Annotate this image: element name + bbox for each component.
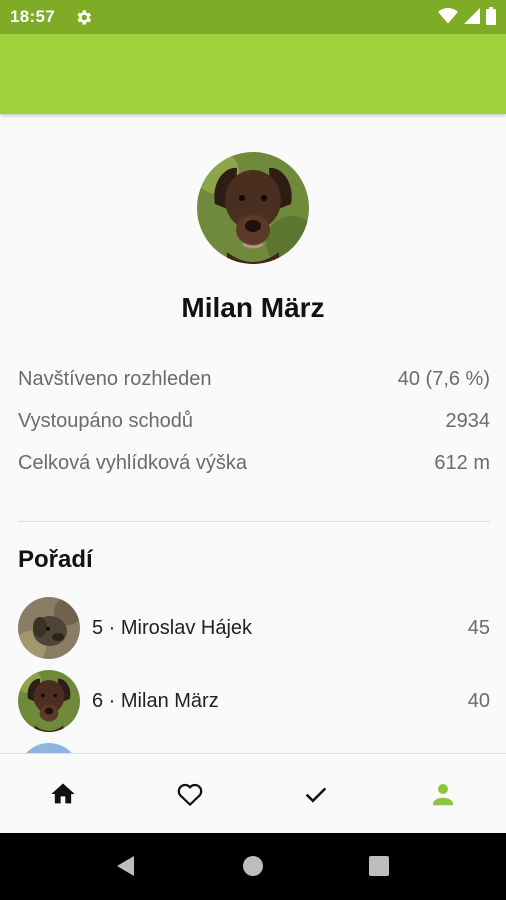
person-icon	[433, 784, 453, 806]
ranking-list[interactable]: 5 · Miroslav Hájek 45 6 · Milan März 40	[0, 590, 506, 753]
divider	[18, 521, 490, 522]
stat-row-steps: Vystoupáno schodů 2934	[18, 406, 490, 436]
status-time: 18:57	[10, 7, 55, 26]
recents-icon[interactable]	[369, 856, 389, 876]
nav-profile[interactable]	[380, 754, 506, 834]
back-icon[interactable]	[114, 854, 138, 878]
stat-row-height: Celková vyhlídková výška 612 m	[18, 448, 490, 478]
battery-icon	[486, 7, 496, 25]
stat-value: 2934	[445, 409, 491, 432]
profile-name: Milan März	[181, 292, 325, 323]
nav-favorites[interactable]	[127, 754, 253, 834]
avatar	[18, 670, 80, 732]
stat-row-visited: Navštíveno rozhleden 40 (7,6 %)	[18, 364, 490, 394]
list-item[interactable]: 6 · Milan März 40	[18, 670, 490, 732]
settings-icon	[77, 10, 92, 25]
stat-label: Celková vyhlídková výška	[18, 451, 247, 474]
stat-value: 612 m	[434, 451, 490, 474]
profile-avatar	[197, 152, 309, 264]
dog-photo-icon	[18, 597, 80, 659]
rank-name: 6 · Milan März	[92, 689, 219, 712]
home-circle-icon[interactable]	[242, 855, 264, 877]
list-item[interactable]: 5 · Miroslav Hájek 45	[18, 597, 490, 659]
status-bar: 18:57	[0, 0, 506, 34]
signal-icon	[464, 8, 480, 24]
ranking-title: Pořadí	[18, 546, 93, 573]
check-icon	[305, 787, 327, 803]
system-navigation-bar	[0, 833, 506, 900]
stat-value: 40 (7,6 %)	[397, 367, 490, 390]
list-item[interactable]	[18, 743, 490, 753]
stat-label: Vystoupáno schodů	[18, 409, 193, 432]
rank-score: 40	[467, 689, 490, 712]
wifi-icon	[438, 8, 458, 24]
rank-name: 5 · Miroslav Hájek	[92, 616, 253, 639]
heart-icon	[177, 783, 203, 807]
avatar	[18, 743, 80, 753]
rank-score: 45	[467, 616, 490, 639]
bottom-navigation	[0, 753, 506, 833]
status-icons	[438, 7, 496, 25]
nav-home[interactable]	[0, 754, 126, 834]
app-bar	[0, 34, 506, 114]
home-icon	[51, 783, 75, 804]
stat-label: Navštíveno rozhleden	[18, 367, 212, 390]
avatar	[18, 597, 80, 659]
dog-photo-icon	[197, 152, 309, 264]
dog-photo-icon	[18, 670, 80, 732]
nav-visited[interactable]	[253, 754, 379, 834]
